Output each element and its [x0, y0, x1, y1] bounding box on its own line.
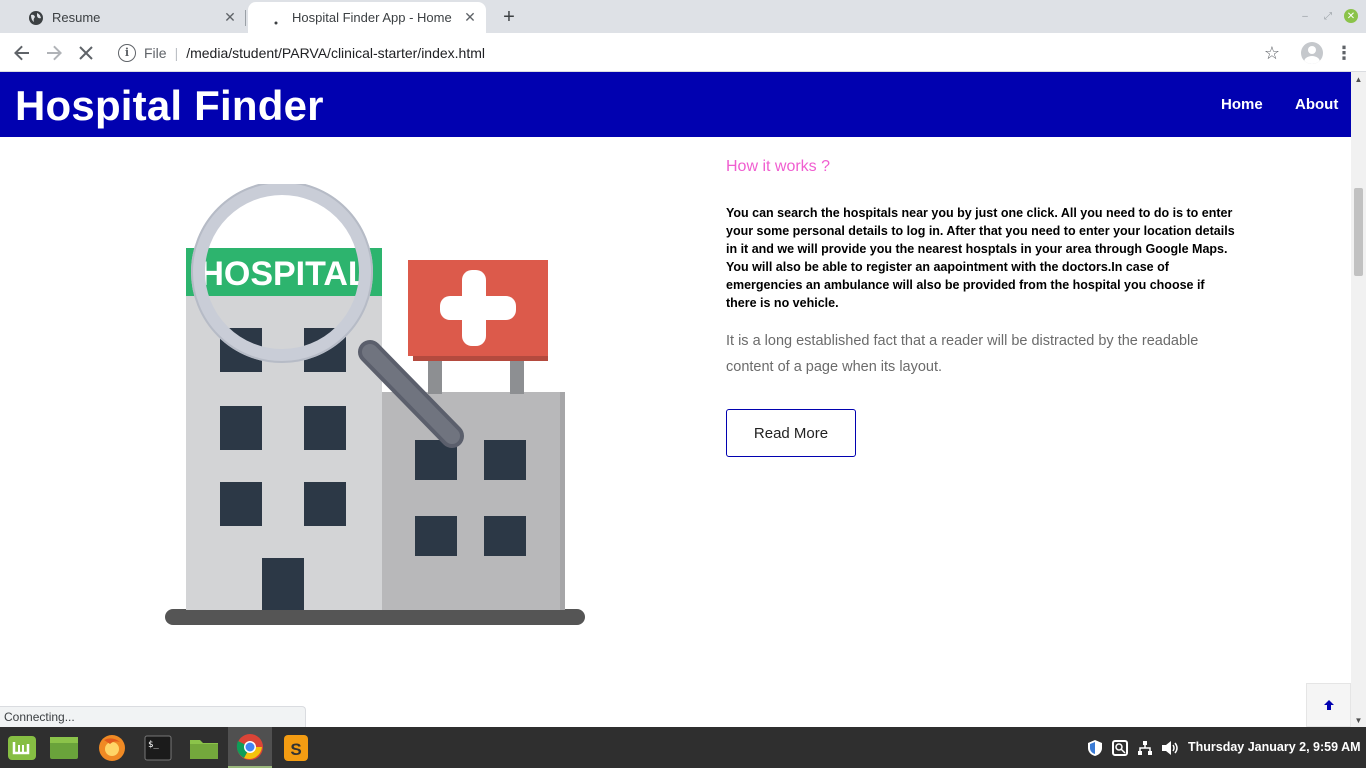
arrow-left-icon	[14, 45, 29, 61]
close-icon[interactable]: ✕	[220, 8, 240, 28]
firefox-icon[interactable]	[90, 727, 134, 768]
bookmark-star-icon[interactable]: ☆	[1260, 41, 1284, 65]
svg-text:$_: $_	[148, 740, 159, 750]
tab-resume[interactable]: Resume ✕	[8, 2, 246, 33]
page-scrollbar[interactable]: ▲ ▼	[1351, 72, 1366, 727]
scrollbar-thumb[interactable]	[1354, 188, 1363, 276]
right-building	[380, 392, 562, 610]
os-taskbar: $_ S Thursday January 2, 9:59 AM	[0, 727, 1366, 768]
address-bar[interactable]: i File | /media/student/PARVA/clinical-s…	[108, 38, 1298, 67]
building-door	[262, 558, 304, 610]
scroll-up-icon[interactable]: ▲	[1351, 72, 1366, 86]
nav-about-link[interactable]: About	[1295, 96, 1338, 113]
sublime-text-icon[interactable]: S	[274, 727, 318, 768]
close-icon[interactable]: ✕	[460, 8, 480, 28]
update-manager-icon[interactable]	[1111, 739, 1129, 757]
site-navbar: Hospital Finder Home About	[0, 72, 1351, 137]
tab-title: Hospital Finder App - Home	[292, 10, 452, 25]
volume-icon[interactable]	[1161, 739, 1179, 757]
scheme-label: File	[144, 44, 167, 61]
how-it-works-heading: How it works ?	[726, 158, 831, 175]
scroll-down-icon[interactable]: ▼	[1351, 713, 1366, 727]
mint-menu-icon[interactable]	[0, 727, 44, 768]
kebab-menu-icon[interactable]: ⋮	[1332, 41, 1356, 65]
browser-toolbar: i File | /media/student/PARVA/clinical-s…	[0, 33, 1366, 72]
info-icon[interactable]: i	[118, 43, 136, 62]
show-desktop-icon[interactable]	[42, 727, 86, 768]
shield-icon[interactable]	[1086, 739, 1104, 757]
avatar	[1301, 42, 1323, 64]
url-text[interactable]: /media/student/PARVA/clinical-starter/in…	[186, 45, 485, 61]
back-button[interactable]	[10, 41, 34, 65]
tab-strip: Resume ✕ Hospital Finder App - Home ✕ + …	[0, 0, 1366, 33]
tab-title: Resume	[52, 10, 101, 25]
stop-loading-button[interactable]	[74, 41, 98, 65]
nav-home-link[interactable]: Home	[1221, 96, 1263, 113]
hospital-sign-text: HOSPITAL	[199, 255, 368, 293]
terminal-icon[interactable]: $_	[136, 727, 180, 768]
profile-button[interactable]	[1300, 41, 1324, 65]
minimize-icon[interactable]: –	[1298, 9, 1312, 23]
loading-icon	[268, 10, 284, 26]
window-close-icon[interactable]: ✕	[1344, 9, 1358, 23]
back-to-top-button[interactable]	[1306, 683, 1351, 727]
hospital-illustration: HOSPITAL	[165, 184, 585, 625]
page-viewport: Hospital Finder Home About HOSPITAL How …	[0, 72, 1351, 727]
address-separator: |	[174, 44, 179, 61]
forward-button[interactable]	[42, 41, 66, 65]
close-icon	[79, 46, 93, 60]
brand-title[interactable]: Hospital Finder	[15, 82, 324, 130]
svg-text:S: S	[290, 740, 301, 759]
files-icon[interactable]	[182, 727, 226, 768]
tab-hospital-finder[interactable]: Hospital Finder App - Home ✕	[248, 2, 486, 33]
chrome-icon[interactable]	[228, 727, 272, 768]
status-bubble: Connecting...	[0, 706, 306, 727]
clock[interactable]: Thursday January 2, 9:59 AM	[1188, 740, 1361, 754]
globe-icon	[28, 10, 44, 26]
network-icon[interactable]	[1136, 739, 1154, 757]
ground-base	[165, 609, 585, 625]
maximize-icon[interactable]: ⤢	[1321, 9, 1335, 23]
read-more-button[interactable]: Read More	[726, 409, 856, 457]
description-text: You can search the hospitals near you by…	[726, 206, 1235, 310]
arrow-right-icon	[47, 45, 62, 61]
arrow-up-icon	[1323, 700, 1334, 710]
new-tab-button[interactable]: +	[496, 5, 522, 29]
lead-text: It is a long established fact that a rea…	[726, 333, 1199, 375]
cross-horizontal	[440, 296, 516, 320]
